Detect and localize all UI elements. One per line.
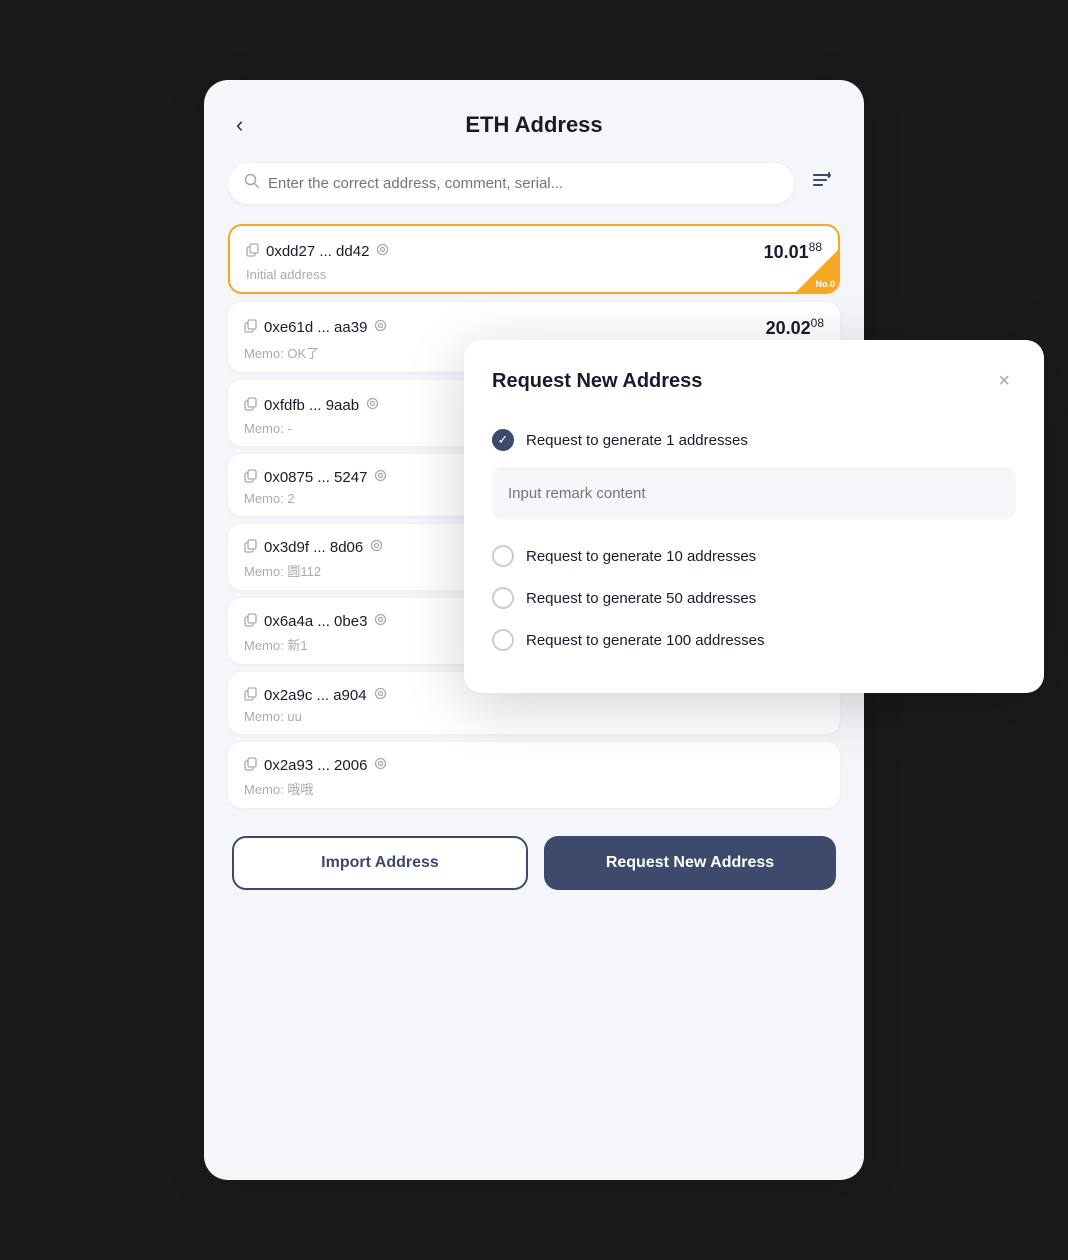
copy-icon[interactable] [244,687,258,704]
radio-options: ✓ Request to generate 1 addresses Reques… [492,419,1016,661]
address-text: 0x2a93 ... 2006 [264,757,367,774]
filter-button[interactable] [804,162,840,204]
scan-icon[interactable] [373,612,388,631]
request-new-address-dialog: Request New Address × ✓ Request to gener… [464,340,1044,693]
copy-icon[interactable] [246,243,260,260]
footer-buttons: Import Address Request New Address [228,836,840,890]
remark-input[interactable] [492,467,1016,519]
radio-button[interactable] [492,545,514,567]
radio-button[interactable]: ✓ [492,429,514,451]
address-left: 0x2a93 ... 2006 [244,756,388,775]
address-item[interactable]: 0xdd27 ... dd42 10.0188 Initial address … [228,224,840,294]
address-left: 0x2a9c ... a904 [244,686,388,705]
copy-icon[interactable] [244,469,258,486]
address-text: 0xfdfb ... 9aab [264,397,359,414]
address-memo: Memo: - [244,421,292,436]
address-memo: Memo: uu [244,709,302,724]
address-left: 0xfdfb ... 9aab [244,396,380,415]
address-memo: Memo: 新1 [244,635,308,654]
search-box [228,163,794,204]
header: ‹ ETH Address [228,112,840,138]
address-row: 0xe61d ... aa39 20.0208 [244,316,824,339]
copy-icon[interactable] [244,319,258,336]
import-address-button[interactable]: Import Address [232,836,528,890]
dialog-overlay: Request New Address × ✓ Request to gener… [464,340,1044,693]
address-memo: Initial address [246,267,326,282]
address-text: 0xdd27 ... dd42 [266,243,369,260]
scan-icon[interactable] [373,318,388,337]
radio-label: Request to generate 50 addresses [526,590,756,607]
address-row: 0xdd27 ... dd42 10.0188 [246,240,822,263]
search-input[interactable] [268,175,778,192]
address-memo: Memo: 圆112 [244,561,321,580]
back-button[interactable]: ‹ [228,108,251,142]
copy-icon[interactable] [244,757,258,774]
address-row: 0x2a93 ... 2006 [244,756,824,775]
address-text: 0x0875 ... 5247 [264,469,367,486]
corner-no-label: No.0 [815,279,835,289]
scan-icon[interactable] [373,686,388,705]
address-bottom: Initial address [246,267,822,282]
dialog-close-button[interactable]: × [992,368,1016,395]
radio-option[interactable]: Request to generate 10 addresses [492,535,1016,577]
address-text: 0x2a9c ... a904 [264,687,367,704]
radio-button[interactable] [492,587,514,609]
page-title: ETH Address [465,112,602,138]
address-bottom: Memo: uu [244,709,824,724]
address-text: 0x3d9f ... 8d06 [264,539,363,556]
address-memo: Memo: 2 [244,491,295,506]
main-card: ‹ ETH Address [204,80,864,1180]
scan-icon[interactable] [365,396,380,415]
address-bottom: Memo: 哦哦 [244,779,824,798]
scan-icon[interactable] [373,468,388,487]
radio-button[interactable] [492,629,514,651]
address-amount: 20.0208 [766,316,824,339]
radio-label: Request to generate 1 addresses [526,432,748,449]
copy-icon[interactable] [244,539,258,556]
address-item[interactable]: 0x2a93 ... 2006 Memo: 哦哦 [228,742,840,808]
search-row [228,162,840,204]
radio-label: Request to generate 10 addresses [526,548,756,565]
address-left: 0x0875 ... 5247 [244,468,388,487]
radio-option[interactable]: Request to generate 100 addresses [492,619,1016,661]
copy-icon[interactable] [244,397,258,414]
radio-label: Request to generate 100 addresses [526,632,765,649]
address-text: 0x6a4a ... 0be3 [264,613,367,630]
scan-icon[interactable] [375,242,390,261]
copy-icon[interactable] [244,613,258,630]
radio-option[interactable]: Request to generate 50 addresses [492,577,1016,619]
search-icon [244,173,260,194]
scan-icon[interactable] [369,538,384,557]
address-left: 0x3d9f ... 8d06 [244,538,384,557]
dialog-title: Request New Address [492,370,702,393]
address-left: 0xe61d ... aa39 [244,318,388,337]
address-text: 0xe61d ... aa39 [264,319,367,336]
scan-icon[interactable] [373,756,388,775]
address-left: 0xdd27 ... dd42 [246,242,390,261]
address-memo: Memo: OK了 [244,343,319,362]
address-memo: Memo: 哦哦 [244,779,313,798]
dialog-header: Request New Address × [492,368,1016,395]
check-mark: ✓ [498,432,509,448]
request-new-address-button[interactable]: Request New Address [544,836,836,890]
radio-option[interactable]: ✓ Request to generate 1 addresses [492,419,1016,461]
address-left: 0x6a4a ... 0be3 [244,612,388,631]
